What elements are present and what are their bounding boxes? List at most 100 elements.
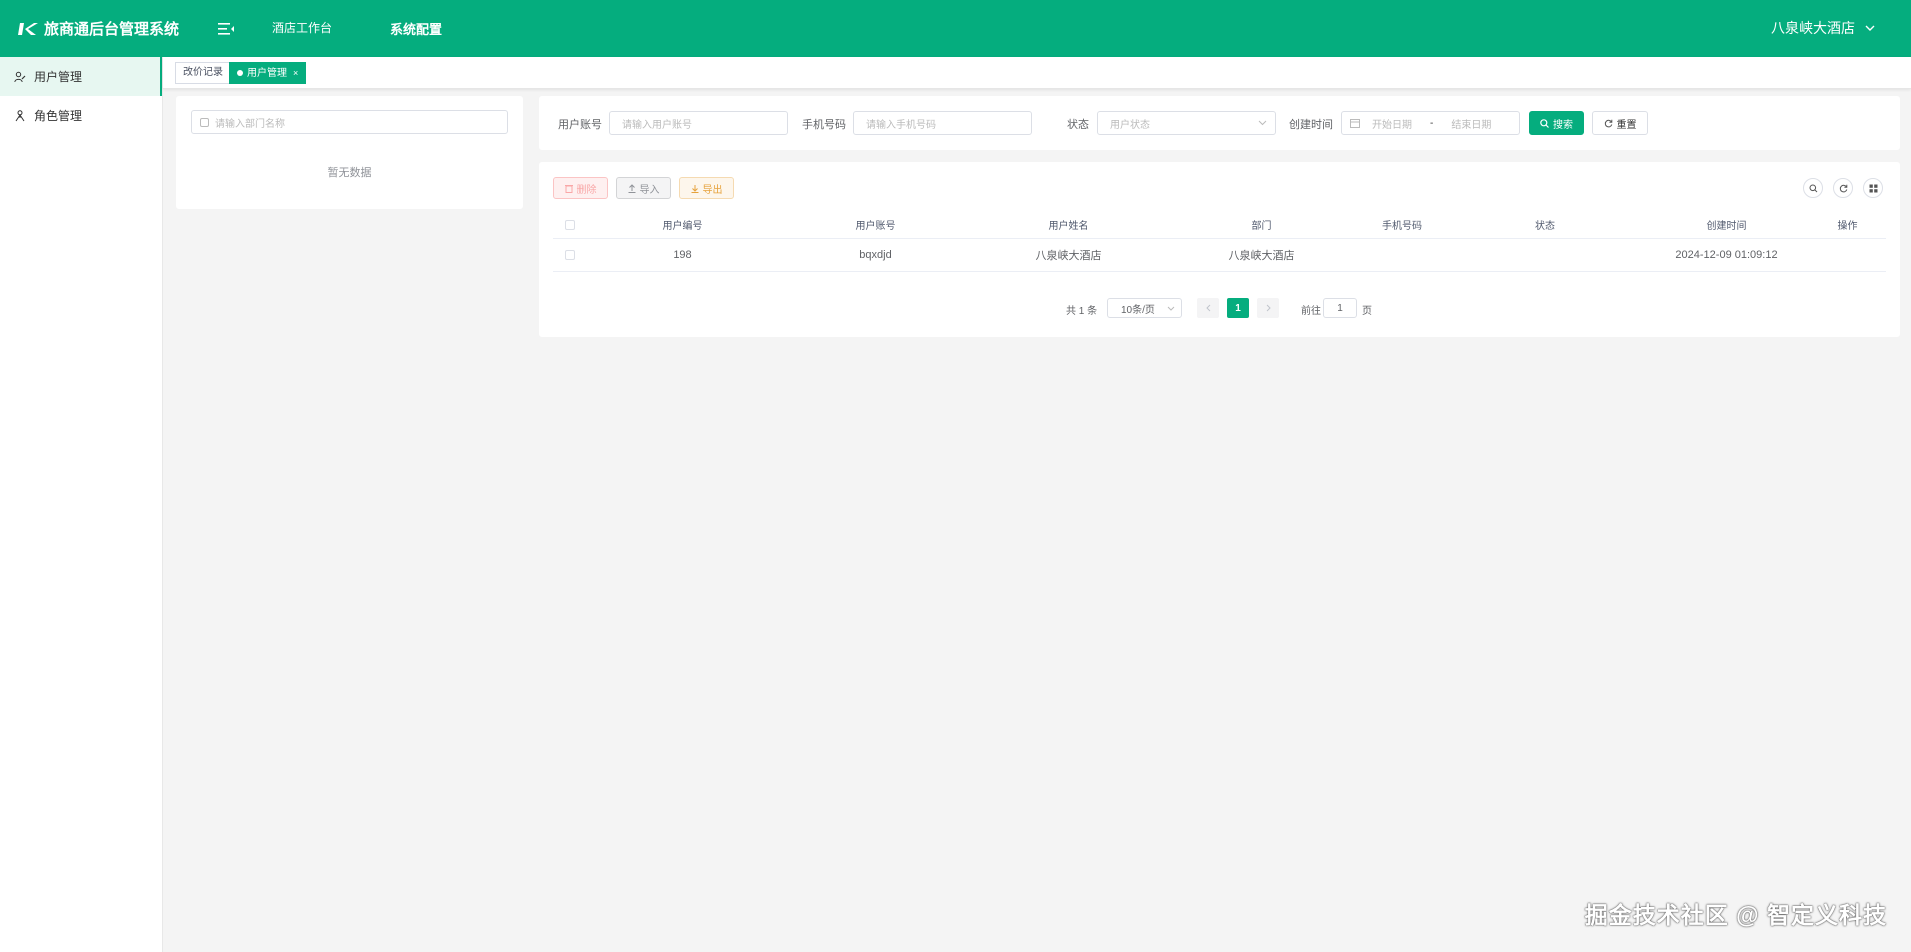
phone-label: 手机号码: [802, 119, 846, 131]
dept-tree-panel: 请输入部门名称 暂无数据: [176, 96, 523, 209]
account-label: 用户账号: [558, 119, 602, 131]
page-size-select[interactable]: 10条/页: [1107, 298, 1182, 318]
tab-label: 用户管理: [247, 68, 287, 79]
sidebar-item-user-management[interactable]: 用户管理: [0, 57, 162, 96]
empty-text: 暂无数据: [327, 167, 372, 179]
dept-search-input[interactable]: 请输入部门名称: [191, 110, 508, 134]
cell-status: [1446, 239, 1644, 271]
column-header[interactable]: 用户姓名: [972, 211, 1165, 238]
select-all-cell: [553, 211, 586, 238]
search-icon: [200, 117, 209, 127]
app-title: 旅商通后台管理系统: [44, 21, 180, 38]
hotel-switcher[interactable]: 八泉峡大酒店: [1771, 18, 1875, 38]
logo[interactable]: 旅商通后台管理系统: [18, 18, 198, 39]
reset-button-label: 重置: [1616, 119, 1637, 131]
column-header[interactable]: 部门: [1165, 211, 1358, 238]
reset-button[interactable]: 重置: [1592, 111, 1648, 135]
tab-price-change-record[interactable]: 改价记录: [175, 62, 231, 84]
search-icon: [1809, 184, 1817, 192]
delete-button-label: 删除: [576, 184, 597, 196]
top-nav-system-config[interactable]: 系统配置: [390, 19, 442, 38]
account-input[interactable]: 请输入用户账号: [609, 111, 788, 135]
cell-user-account: bqxdjd: [859, 249, 892, 261]
hotel-name: 八泉峡大酒店: [1771, 20, 1855, 36]
column-header[interactable]: 用户编号: [586, 211, 779, 238]
end-date-placeholder: 结束日期: [1451, 119, 1492, 131]
calendar-icon: [1350, 119, 1360, 128]
cell-phone: [1358, 239, 1446, 271]
delete-button[interactable]: 删除: [553, 177, 608, 199]
sidebar-item-role-management[interactable]: 角色管理: [0, 96, 162, 135]
column-header[interactable]: 状态: [1446, 211, 1644, 238]
user-table-panel: 删除 导入 导出 用户编号 用户账号 用户姓名 部门 手机号码 状态 创建时间 …: [539, 162, 1900, 337]
page-number-1[interactable]: 1: [1227, 298, 1249, 318]
top-nav-hotel-workbench[interactable]: 酒店工作台: [272, 19, 332, 38]
pagination: 共 1 条 10条/页 1 前往 1 页: [539, 298, 1900, 318]
logo-icon: [18, 21, 38, 37]
search-icon: [1540, 118, 1549, 128]
start-date-placeholder: 开始日期: [1372, 119, 1412, 131]
pagination-total: 共 1 条: [1066, 306, 1098, 317]
top-header: 旅商通后台管理系统 酒店工作台 系统配置 八泉峡大酒店: [0, 0, 1911, 57]
close-icon[interactable]: ×: [293, 68, 298, 78]
refresh-icon: [1604, 119, 1612, 127]
select-all-checkbox[interactable]: [564, 219, 575, 230]
cell-operations: [1809, 239, 1886, 271]
user-table: 用户编号 用户账号 用户姓名 部门 手机号码 状态 创建时间 操作 198 bq…: [553, 211, 1886, 272]
column-header[interactable]: 用户账号: [779, 211, 972, 238]
column-header[interactable]: 创建时间: [1644, 211, 1809, 238]
table-header-row: 用户编号 用户账号 用户姓名 部门 手机号码 状态 创建时间 操作: [553, 211, 1886, 239]
cell-dept: 八泉峡大酒店: [1228, 250, 1295, 262]
column-header[interactable]: 手机号码: [1358, 211, 1446, 238]
user-edit-icon: [14, 71, 26, 83]
column-header: 操作: [1837, 221, 1858, 232]
account-placeholder: 请输入用户账号: [622, 119, 692, 131]
phone-input[interactable]: 请输入手机号码: [853, 111, 1032, 135]
chevron-left-icon: [1205, 304, 1210, 312]
trash-icon: [564, 184, 573, 193]
status-placeholder: 用户状态: [1110, 119, 1150, 131]
toggle-search-button[interactable]: [1803, 178, 1823, 198]
search-button-label: 搜索: [1553, 119, 1573, 131]
page-size-value: 10条/页: [1121, 304, 1155, 316]
cell-user-name: 八泉峡大酒店: [1035, 250, 1102, 262]
export-button-label: 导出: [702, 184, 723, 196]
row-select-cell: [553, 239, 586, 271]
row-checkbox[interactable]: [564, 250, 575, 260]
phone-placeholder: 请输入手机号码: [866, 119, 936, 131]
cell-created-time: 2024-12-09 01:09:12: [1675, 249, 1778, 261]
sidebar: 用户管理 角色管理: [0, 57, 163, 952]
goto-page-input[interactable]: 1: [1323, 298, 1357, 318]
chevron-down-icon: [1167, 306, 1175, 311]
status-select[interactable]: 用户状态: [1097, 111, 1276, 135]
goto-unit: 页: [1362, 306, 1372, 317]
sidebar-item-label: 用户管理: [34, 70, 83, 84]
tab-user-management[interactable]: 用户管理 ×: [229, 62, 307, 84]
active-dot-icon: [237, 70, 243, 76]
next-page-button[interactable]: [1257, 298, 1279, 318]
tags-view-bar: 改价记录 用户管理 ×: [163, 57, 1911, 89]
status-label: 状态: [1067, 119, 1089, 131]
import-button[interactable]: 导入: [616, 177, 671, 199]
chevron-down-icon: [1258, 120, 1267, 126]
watermark: 掘金技术社区 @ 智定义科技: [1584, 902, 1887, 928]
cell-user-id: 198: [673, 249, 692, 261]
dept-search-placeholder: 请输入部门名称: [215, 118, 285, 130]
table-row[interactable]: 198 bqxdjd 八泉峡大酒店 八泉峡大酒店 2024-12-09 01:0…: [553, 239, 1886, 272]
date-range-picker[interactable]: 开始日期 - 结束日期: [1341, 111, 1520, 135]
grid-icon: [1869, 184, 1877, 192]
menu-collapse-icon[interactable]: [216, 19, 236, 39]
columns-button[interactable]: [1863, 178, 1883, 198]
top-nav: 酒店工作台 系统配置: [272, 19, 500, 38]
refresh-button[interactable]: [1833, 178, 1853, 198]
refresh-icon: [1839, 184, 1847, 192]
chevron-right-icon: [1266, 304, 1271, 312]
prev-page-button[interactable]: [1197, 298, 1219, 318]
export-button[interactable]: 导出: [679, 177, 734, 199]
range-separator: -: [1430, 117, 1434, 129]
search-button[interactable]: 搜索: [1529, 111, 1584, 135]
filter-form: 用户账号 请输入用户账号 手机号码 请输入手机号码 状态 用户状态 创建时间 开…: [539, 96, 1900, 150]
upload-icon: [628, 183, 635, 193]
role-icon: [14, 109, 26, 122]
download-icon: [691, 184, 698, 193]
